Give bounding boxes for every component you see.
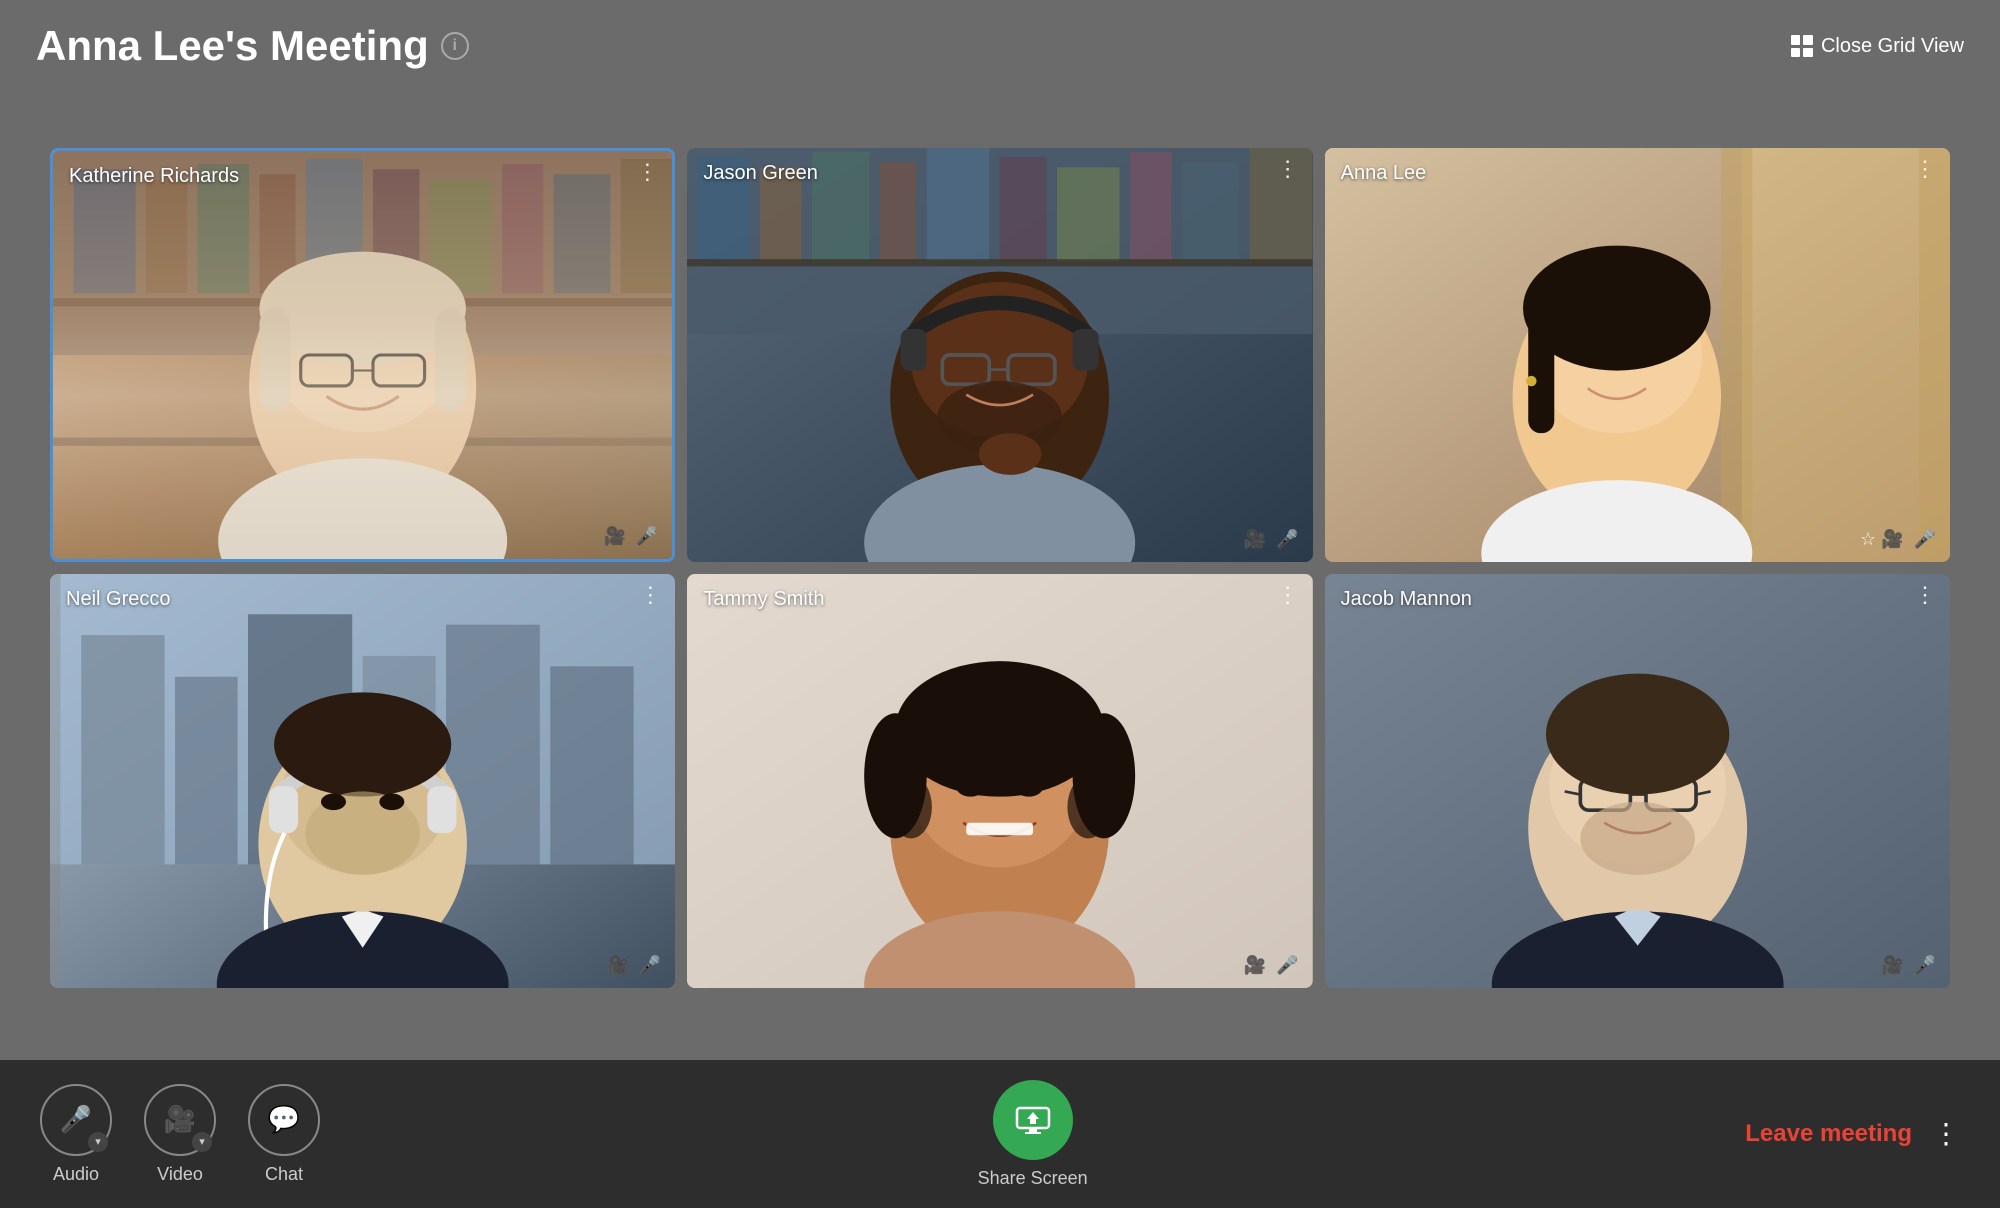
participant-cell-neil: Neil Grecco ⋮ 🎥 🎤	[50, 574, 675, 988]
audio-button[interactable]: 🎤 ▾ Audio	[40, 1084, 112, 1185]
video-label: Video	[157, 1164, 203, 1185]
video-icon-jacob: 🎥	[1881, 955, 1903, 976]
share-screen-icon	[1015, 1106, 1051, 1134]
participant-menu-anna[interactable]: ⋮	[1914, 158, 1936, 180]
participant-cell-jacob: Jacob Mannon ⋮ 🎥 🎤	[1325, 574, 1950, 988]
mic-icon-jacob: 🎤	[1914, 955, 1936, 976]
audio-label: Audio	[53, 1164, 99, 1185]
header-left: Anna Lee's Meeting i	[36, 22, 469, 70]
participant-name-neil: Neil Grecco	[66, 588, 170, 611]
mic-icon-anna: 🎤	[1914, 529, 1936, 550]
participant-controls-jason: 🎥 🎤	[1244, 529, 1299, 550]
participant-menu-neil[interactable]: ⋮	[639, 584, 661, 606]
audio-button-circle: 🎤 ▾	[40, 1084, 112, 1156]
toolbar-left: 🎤 ▾ Audio 🎥 ▾ Video 💬 Chat	[40, 1084, 320, 1185]
video-icon-neil: 🎥	[606, 955, 628, 976]
mic-icon-tammy: 🎤	[1276, 955, 1298, 976]
participant-menu-jacob[interactable]: ⋮	[1914, 584, 1936, 606]
video-icon-tammy: 🎥	[1244, 955, 1266, 976]
share-screen-button[interactable]: Share Screen	[978, 1080, 1088, 1189]
chat-label: Chat	[265, 1164, 303, 1185]
video-chevron-icon: ▾	[192, 1132, 212, 1152]
participant-controls-anna: 🎥 🎤	[1881, 529, 1936, 550]
close-grid-view-button[interactable]: Close Grid View	[1791, 35, 1964, 58]
participant-name-jason: Jason Green	[703, 162, 818, 185]
microphone-icon: 🎤	[60, 1104, 92, 1135]
grid-view-icon	[1791, 35, 1813, 57]
video-button[interactable]: 🎥 ▾ Video	[144, 1084, 216, 1185]
participant-cell-katherine: Katherine Richards ⋮ 🎥 🎤	[50, 148, 675, 562]
participant-name-tammy: Tammy Smith	[703, 588, 824, 611]
participant-controls-katherine: 🎥 🎤	[603, 526, 658, 547]
mic-icon-katherine: 🎤	[636, 526, 658, 547]
toolbar-right: Leave meeting ⋮	[1745, 1120, 1960, 1148]
chat-icon: 💬	[268, 1104, 300, 1135]
participant-menu-tammy[interactable]: ⋮	[1277, 584, 1299, 606]
camera-icon: 🎥	[164, 1104, 196, 1135]
audio-chevron-icon: ▾	[88, 1132, 108, 1152]
participant-name-anna: Anna Lee	[1341, 162, 1427, 185]
participant-menu-katherine[interactable]: ⋮	[636, 161, 658, 183]
participant-controls-neil: 🎥 🎤	[606, 955, 661, 976]
chat-button[interactable]: 💬 Chat	[248, 1084, 320, 1185]
mic-icon-jason: 🎤	[1276, 529, 1298, 550]
close-grid-label: Close Grid View	[1821, 35, 1964, 58]
chat-button-circle: 💬	[248, 1084, 320, 1156]
header: Anna Lee's Meeting i Close Grid View	[0, 0, 2000, 86]
participant-name-jacob: Jacob Mannon	[1341, 588, 1472, 611]
share-screen-circle	[993, 1080, 1073, 1160]
participant-cell-tammy: Tammy Smith ⋮ 🎥 🎤	[687, 574, 1312, 988]
more-options-button[interactable]: ⋮	[1932, 1120, 1960, 1148]
video-icon-katherine: 🎥	[603, 526, 625, 547]
participant-menu-jason[interactable]: ⋮	[1277, 158, 1299, 180]
participant-controls-jacob: 🎥 🎤	[1881, 955, 1936, 976]
star-icon-anna[interactable]: ☆	[1860, 529, 1876, 550]
participant-controls-tammy: 🎥 🎤	[1244, 955, 1299, 976]
video-button-circle: 🎥 ▾	[144, 1084, 216, 1156]
leave-meeting-button[interactable]: Leave meeting	[1745, 1120, 1912, 1148]
meeting-title: Anna Lee's Meeting	[36, 22, 429, 70]
toolbar-center: Share Screen	[978, 1080, 1088, 1189]
participant-cell-anna: Anna Lee ⋮ ☆ 🎥 🎤	[1325, 148, 1950, 562]
share-screen-label: Share Screen	[978, 1168, 1088, 1189]
mic-icon-neil: 🎤	[639, 955, 661, 976]
toolbar: 🎤 ▾ Audio 🎥 ▾ Video 💬 Chat	[0, 1060, 2000, 1208]
video-grid-container: Katherine Richards ⋮ 🎥 🎤	[0, 86, 2000, 1060]
video-icon-anna: 🎥	[1881, 529, 1903, 550]
participant-name-katherine: Katherine Richards	[69, 165, 239, 188]
participant-cell-jason: Jason Green ⋮ 🎥 🎤	[687, 148, 1312, 562]
video-icon-jason: 🎥	[1244, 529, 1266, 550]
info-icon[interactable]: i	[441, 32, 469, 60]
video-grid: Katherine Richards ⋮ 🎥 🎤	[50, 148, 1950, 988]
